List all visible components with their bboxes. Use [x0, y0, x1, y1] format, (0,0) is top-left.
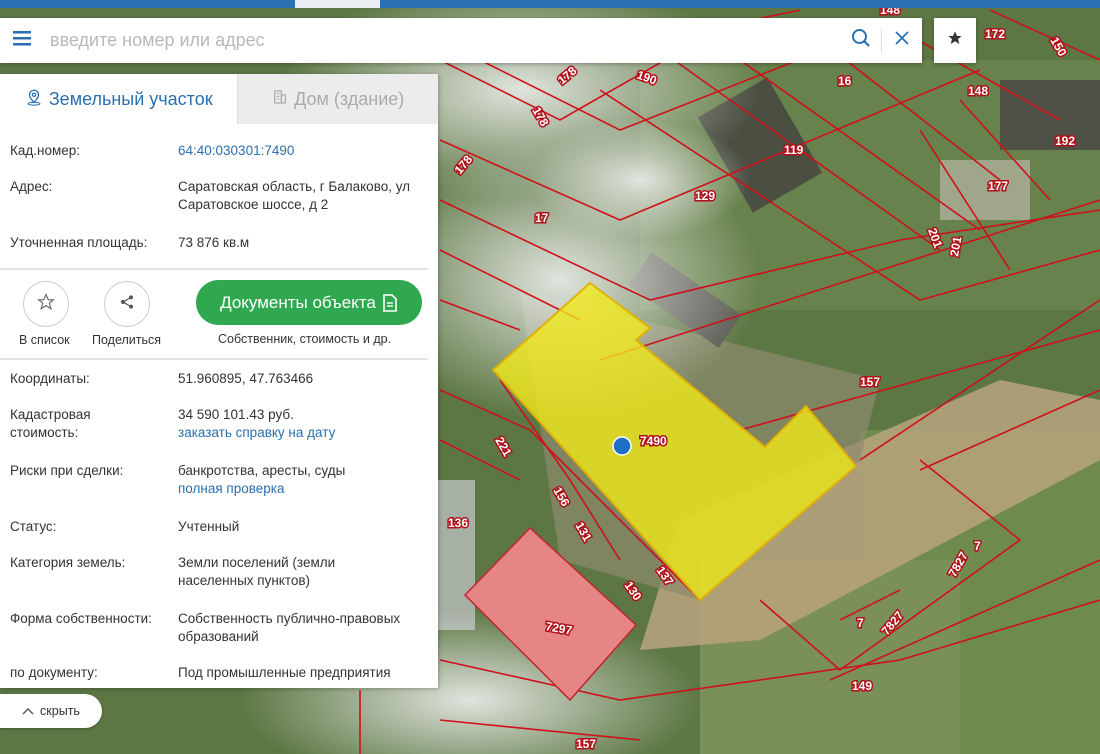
label-parcel: 136 — [448, 516, 468, 530]
search-bar — [0, 18, 922, 63]
label-parcel: 192 — [1055, 134, 1075, 148]
search-icon — [851, 28, 871, 53]
tab-land-plot-label: Земельный участок — [48, 88, 213, 109]
share-button[interactable] — [104, 281, 150, 327]
label-parcel: 177 — [988, 179, 1008, 193]
details-bottom: Координаты: 51.960895, 47.763466 Кадастр… — [0, 360, 438, 688]
label-parcel: 129 — [695, 189, 715, 203]
label-parcel: 7 — [974, 539, 981, 553]
cadastral-value-block: 34 590 101.43 руб. заказать справку на д… — [178, 406, 428, 462]
address-label: Адрес: — [10, 179, 53, 194]
cadastral-value-label: Кадастровая стоимость: — [10, 407, 91, 440]
cadastral-number-row: Кад.номер: 64:40:030301:7490 — [10, 142, 438, 178]
document-row: по документу: Под промышленные предприят… — [10, 664, 438, 688]
top-strip — [0, 0, 1100, 8]
address-value: Саратовская область, г Балаково, ул Сара… — [178, 179, 411, 212]
coordinates-value: 51.960895, 47.763466 — [178, 371, 314, 386]
star-icon — [947, 30, 963, 51]
label-parcel: 157 — [860, 375, 880, 389]
search-input[interactable] — [44, 20, 841, 61]
share-icon — [119, 294, 135, 315]
category-value: Земли поселений (земли населенных пункто… — [178, 555, 336, 588]
label-parcel: 157 — [576, 737, 596, 751]
risks-label: Риски при сделки: — [10, 463, 124, 478]
status-label: Статус: — [10, 519, 57, 534]
menu-button[interactable] — [0, 18, 44, 63]
star-outline-icon — [36, 292, 56, 316]
label-parcel: 149 — [852, 679, 872, 693]
label-parcel: 17 — [535, 211, 549, 225]
coordinates-row: Координаты: 51.960895, 47.763466 — [10, 370, 438, 406]
cadastral-value-amount: 34 590 101.43 руб. — [178, 407, 294, 422]
label-parcel: 119 — [784, 143, 804, 157]
address-row: Адрес: Саратовская область, г Балаково, … — [10, 178, 438, 234]
area-value: 73 876 кв.м — [178, 235, 250, 250]
document-icon — [382, 293, 398, 312]
label-parcel: 7 — [857, 616, 864, 630]
cadastral-number-label: Кад.номер: — [10, 143, 81, 158]
top-strip-tab — [295, 0, 380, 8]
label-selected-parcel: 7490 — [640, 434, 667, 448]
search-button[interactable] — [841, 18, 881, 63]
category-label: Категория земель: — [10, 555, 126, 570]
risks-row: Риски при сделки: банкротства, аресты, с… — [10, 462, 438, 518]
risks-block: банкротства, аресты, суды полная проверк… — [178, 462, 428, 518]
close-icon — [895, 31, 909, 50]
tab-building[interactable]: Дом (здание) — [237, 74, 438, 124]
status-value: Учтенный — [178, 519, 240, 534]
status-row: Статус: Учтенный — [10, 518, 438, 554]
add-to-list-label: В список — [19, 333, 70, 347]
clear-search-button[interactable] — [882, 18, 922, 63]
documents-button-label: Документы объекта — [220, 292, 376, 312]
building-icon — [272, 89, 294, 110]
hamburger-icon — [13, 30, 31, 51]
area-label: Уточненная площадь: — [10, 235, 148, 250]
info-panel: Земельный участок Дом (здание) Кад.номер… — [0, 74, 438, 688]
location-marker[interactable] — [612, 436, 632, 456]
documents-button[interactable]: Документы объекта — [196, 280, 422, 325]
tab-building-label: Дом (здание) — [294, 88, 405, 109]
cadastral-value-row: Кадастровая стоимость: 34 590 101.43 руб… — [10, 406, 438, 462]
document-value: Под промышленные предприятия — [178, 665, 391, 680]
cadastral-number-link[interactable]: 64:40:030301:7490 — [178, 142, 428, 178]
ownership-label: Форма собственности: — [10, 611, 152, 626]
document-label: по документу: — [10, 665, 98, 680]
full-check-link[interactable]: полная проверка — [178, 480, 428, 498]
order-certificate-link[interactable]: заказать справку на дату — [178, 424, 428, 442]
add-to-list-button[interactable] — [23, 281, 69, 327]
label-parcel: 172 — [985, 27, 1005, 41]
label-parcel: 148 — [968, 84, 988, 98]
risks-value: банкротства, аресты, суды — [178, 463, 346, 478]
area-row: Уточненная площадь: 73 876 кв.м — [10, 234, 438, 258]
tab-land-plot[interactable]: Земельный участок — [0, 74, 238, 124]
details-top: Кад.номер: 64:40:030301:7490 Адрес: Сара… — [0, 124, 438, 258]
location-pin-icon — [25, 88, 49, 111]
label-parcel: 16 — [838, 74, 852, 88]
ownership-value: Собственность публично-правовых образова… — [178, 611, 401, 644]
category-row: Категория земель: Земли поселений (земли… — [10, 554, 438, 610]
favorites-button[interactable] — [934, 18, 976, 63]
ownership-row: Форма собственности: Собственность публи… — [10, 610, 438, 664]
panel-tabs: Земельный участок Дом (здание) — [0, 74, 438, 124]
share-label: Поделиться — [92, 333, 162, 347]
actions-bar: В список Поделиться Документы объекта Со… — [0, 270, 438, 358]
chevron-up-icon — [22, 707, 34, 715]
coordinates-label: Координаты: — [10, 371, 90, 386]
hide-panel-button[interactable]: скрыть — [0, 694, 102, 728]
hide-panel-label: скрыть — [40, 704, 80, 718]
documents-subtitle: Собственник, стоимость и др. — [218, 332, 392, 346]
